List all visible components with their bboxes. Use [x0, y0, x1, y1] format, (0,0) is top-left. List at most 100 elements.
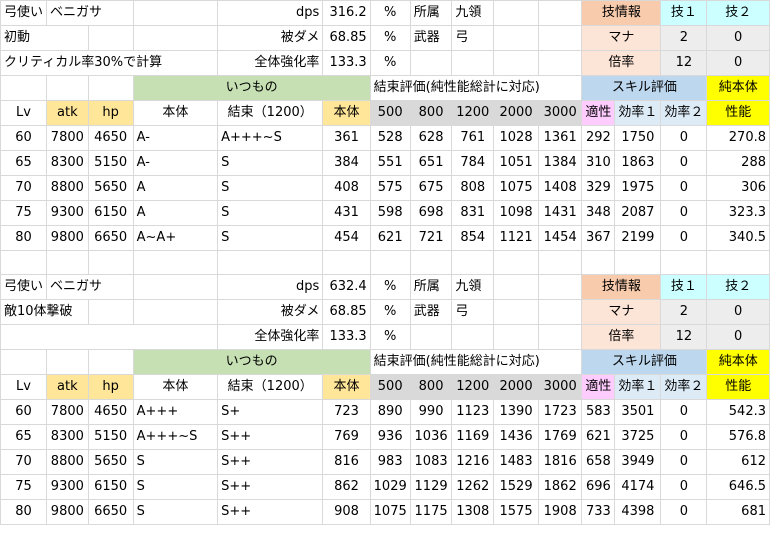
group-bind-eval-header[interactable]: 結束評価(純性能総計に対応) — [369, 75, 583, 101]
multiplier-skill1[interactable]: 12 — [660, 324, 708, 350]
column-header-pure[interactable]: 性能 — [706, 374, 770, 400]
data-cell[interactable]: 651 — [409, 150, 453, 176]
empty-cell[interactable] — [87, 299, 134, 325]
data-cell[interactable]: 5650 — [87, 449, 134, 475]
data-cell[interactable]: 831 — [451, 200, 495, 226]
multiplier-skill2[interactable]: 0 — [706, 324, 770, 350]
column-header[interactable]: Lv — [0, 100, 48, 126]
empty-cell[interactable] — [132, 25, 219, 51]
job-cell[interactable]: 弓使い — [0, 0, 48, 26]
data-cell[interactable]: 0 — [660, 449, 708, 475]
data-cell[interactable]: 1750 — [614, 125, 662, 151]
spreadsheet[interactable]: 弓使い ベニガサ dps 316.2% 所属 九領 技情報 技１ 技２ 初動 被ダメ 68.85% 武器… — [0, 0, 770, 525]
empty-cell[interactable] — [493, 0, 540, 26]
data-cell[interactable]: 5150 — [87, 150, 134, 176]
data-cell[interactable]: 1723 — [538, 399, 583, 425]
column-header[interactable]: 結束（1200） — [217, 100, 324, 126]
data-cell[interactable]: 292 — [581, 125, 616, 151]
data-cell[interactable]: 306 — [706, 175, 770, 201]
column-header[interactable]: hp — [87, 374, 134, 400]
data-cell[interactable]: 1816 — [538, 449, 583, 475]
job-cell[interactable]: 弓使い — [0, 274, 48, 300]
group-pure-header[interactable]: 純本体 — [706, 349, 770, 375]
data-cell[interactable]: 384 — [322, 150, 371, 176]
empty-cell[interactable] — [538, 250, 583, 275]
data-cell[interactable]: 769 — [322, 424, 371, 450]
data-cell[interactable]: 1262 — [451, 474, 495, 500]
empty-cell[interactable] — [0, 75, 48, 101]
data-cell[interactable]: 681 — [706, 499, 770, 525]
data-cell[interactable]: 8800 — [46, 449, 89, 475]
mana-skill2[interactable]: 0 — [706, 299, 770, 325]
percent-unit[interactable]: % — [369, 274, 411, 300]
data-cell[interactable]: 5650 — [87, 175, 134, 201]
damage-taken-value[interactable]: 68.85 — [322, 25, 371, 51]
affiliation-value[interactable]: 九領 — [451, 0, 495, 26]
empty-cell[interactable] — [538, 324, 583, 350]
column-header[interactable]: 1200 — [451, 100, 495, 126]
weapon-value[interactable]: 弓 — [451, 25, 495, 51]
empty-cell[interactable] — [614, 250, 662, 275]
column-header[interactable]: 本体 — [322, 100, 371, 126]
data-cell[interactable]: S — [217, 150, 324, 176]
column-header[interactable]: 適性 — [581, 100, 616, 126]
empty-cell[interactable] — [538, 50, 583, 76]
data-cell[interactable]: 75 — [0, 200, 48, 226]
empty-cell[interactable] — [493, 274, 540, 300]
data-cell[interactable]: S — [132, 449, 219, 475]
data-cell[interactable]: 1408 — [538, 175, 583, 201]
column-header[interactable]: 800 — [409, 374, 453, 400]
crit-note-cell[interactable] — [0, 324, 219, 350]
data-cell[interactable]: 408 — [322, 175, 371, 201]
empty-cell[interactable] — [493, 50, 540, 76]
group-pure-header[interactable]: 純本体 — [706, 75, 770, 101]
data-cell[interactable]: 1908 — [538, 499, 583, 525]
data-cell[interactable]: 761 — [451, 125, 495, 151]
column-header[interactable]: 本体 — [132, 100, 219, 126]
data-cell[interactable]: 0 — [660, 125, 708, 151]
data-cell[interactable]: 9800 — [46, 225, 89, 251]
damage-taken-label[interactable]: 被ダメ — [217, 25, 324, 51]
empty-cell[interactable] — [581, 250, 616, 275]
data-cell[interactable]: 4650 — [87, 399, 134, 425]
percent-unit[interactable]: % — [369, 50, 411, 76]
data-cell[interactable]: 628 — [409, 125, 453, 151]
empty-cell[interactable] — [538, 25, 583, 51]
data-cell[interactable]: 1308 — [451, 499, 495, 525]
empty-cell[interactable] — [46, 75, 89, 101]
group-usual-header[interactable]: いつもの — [132, 75, 371, 101]
empty-cell[interactable] — [132, 0, 219, 26]
empty-cell[interactable] — [493, 324, 540, 350]
column-header[interactable]: Lv — [0, 374, 48, 400]
empty-cell[interactable] — [0, 349, 48, 375]
data-cell[interactable]: 3949 — [614, 449, 662, 475]
data-cell[interactable]: 621 — [369, 225, 411, 251]
data-cell[interactable]: 854 — [451, 225, 495, 251]
data-cell[interactable]: 621 — [581, 424, 616, 450]
empty-cell[interactable] — [706, 250, 770, 275]
data-cell[interactable]: 3501 — [614, 399, 662, 425]
data-cell[interactable]: 1036 — [409, 424, 453, 450]
data-cell[interactable]: A+++ — [132, 399, 219, 425]
data-cell[interactable]: 0 — [660, 150, 708, 176]
column-header[interactable]: 500 — [369, 374, 411, 400]
data-cell[interactable]: 0 — [660, 424, 708, 450]
data-cell[interactable]: 2199 — [614, 225, 662, 251]
empty-cell[interactable] — [451, 250, 495, 275]
data-cell[interactable]: A — [132, 175, 219, 201]
data-cell[interactable]: 323.3 — [706, 200, 770, 226]
multiplier-label[interactable]: 倍率 — [581, 324, 662, 350]
data-cell[interactable]: A~A+ — [132, 225, 219, 251]
column-header[interactable]: 効率２ — [660, 100, 708, 126]
mana-label[interactable]: マナ — [581, 299, 662, 325]
overall-boost-value[interactable]: 133.3 — [322, 324, 371, 350]
skill-info-header[interactable]: 技情報 — [581, 274, 662, 300]
multiplier-skill2[interactable]: 0 — [706, 50, 770, 76]
dps-label[interactable]: dps — [217, 274, 324, 300]
empty-cell[interactable] — [409, 50, 453, 76]
data-cell[interactable]: 696 — [581, 474, 616, 500]
weapon-value[interactable]: 弓 — [451, 299, 495, 325]
data-cell[interactable]: 1029 — [369, 474, 411, 500]
empty-cell[interactable] — [46, 250, 89, 275]
data-cell[interactable]: 542.3 — [706, 399, 770, 425]
